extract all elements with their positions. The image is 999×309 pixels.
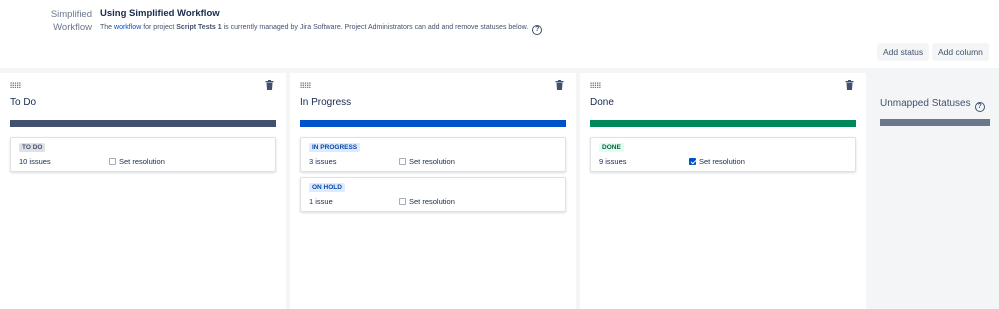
unmapped-color-bar (880, 119, 990, 126)
column-color-bar (300, 120, 566, 127)
project-name: Script Tests 1 (176, 24, 222, 31)
drag-handle-icon[interactable] (300, 82, 311, 88)
checkbox-icon[interactable] (399, 158, 406, 165)
trash-icon[interactable] (265, 80, 274, 90)
workflow-link[interactable]: workflow (114, 24, 141, 31)
checkbox-icon[interactable] (399, 198, 406, 205)
status-lozenge: ON HOLD (309, 183, 345, 192)
set-resolution-checkbox[interactable]: Set resolution (399, 157, 455, 166)
unmapped-statuses-title: Unmapped Statuses? (880, 98, 985, 112)
set-resolution-checkbox[interactable]: Set resolution (109, 157, 165, 166)
column-done: Done DONE 9 issues Set resolution (580, 73, 866, 309)
checkbox-icon[interactable] (109, 158, 116, 165)
workflow-label-line2: Workflow (53, 22, 92, 33)
status-lozenge: IN PROGRESS (309, 143, 361, 152)
issue-count: 1 issue (309, 197, 333, 206)
status-lozenge: TO DO (19, 143, 46, 152)
workflow-header: Simplified Workflow Using Simplified Wor… (0, 0, 999, 68)
checkbox-icon[interactable] (689, 158, 696, 165)
workflow-title: Using Simplified Workflow (100, 8, 220, 19)
trash-icon[interactable] (845, 80, 854, 90)
issue-count: 3 issues (309, 157, 337, 166)
issue-count: 9 issues (599, 157, 627, 166)
desc-prefix: The (100, 24, 115, 31)
workflow-label-line1: Simplified (50, 9, 92, 20)
unmapped-title-text: Unmapped Statuses (880, 98, 971, 109)
question-circle-icon[interactable]: ? (974, 102, 985, 112)
status-card[interactable]: IN PROGRESS 3 issues Set resolution (300, 137, 566, 172)
column-color-bar (590, 120, 856, 127)
resolution-label: Set resolution (699, 157, 745, 166)
add-status-button[interactable]: Add status (877, 43, 930, 61)
column-title: To Do (10, 97, 37, 108)
workflow-description: The workflow for project Script Tests 1 … (100, 24, 543, 35)
workflow-label: Simplified Workflow (40, 8, 92, 34)
column-color-bar (10, 120, 276, 127)
column-in-progress: In Progress IN PROGRESS 3 issues Set res… (290, 73, 576, 309)
set-resolution-checkbox[interactable]: Set resolution (399, 197, 455, 206)
column-title: Done (590, 97, 614, 108)
set-resolution-checkbox[interactable]: Set resolution (689, 157, 745, 166)
status-card[interactable]: DONE 9 issues Set resolution (590, 137, 856, 172)
workflow-board: To Do TO DO 10 issues Set resolution In … (0, 68, 999, 309)
add-column-button[interactable]: Add column (932, 43, 989, 61)
status-lozenge: DONE (599, 143, 624, 152)
resolution-label: Set resolution (409, 197, 455, 206)
resolution-label: Set resolution (119, 157, 165, 166)
question-circle-icon[interactable]: ? (532, 25, 543, 35)
desc-mid: for project (141, 24, 177, 31)
column-to-do: To Do TO DO 10 issues Set resolution (0, 73, 286, 309)
drag-handle-icon[interactable] (590, 82, 601, 88)
drag-handle-icon[interactable] (10, 82, 21, 88)
column-title: In Progress (300, 97, 352, 108)
trash-icon[interactable] (555, 80, 564, 90)
status-card[interactable]: TO DO 10 issues Set resolution (10, 137, 276, 172)
resolution-label: Set resolution (409, 157, 455, 166)
issue-count: 10 issues (19, 157, 51, 166)
status-card[interactable]: ON HOLD 1 issue Set resolution (300, 177, 566, 212)
desc-suffix: is currently managed by Jira Software. P… (221, 24, 529, 31)
